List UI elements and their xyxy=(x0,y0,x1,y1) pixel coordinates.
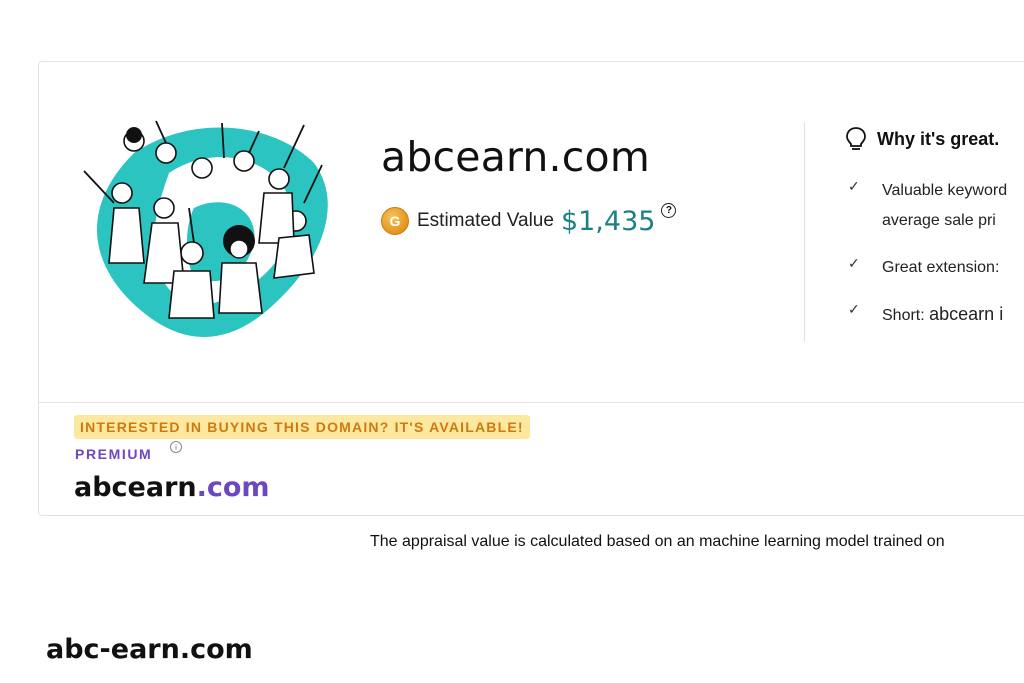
why-bullet: ✓ Valuable keyword average sale pri xyxy=(848,176,1007,236)
appraisal-note: The appraisal value is calculated based … xyxy=(370,533,945,550)
bullet-strong: abcearn i xyxy=(929,304,1004,324)
estimated-value-label: Estimated Value xyxy=(417,210,554,231)
bullet-text: Valuable keyword xyxy=(882,182,1008,199)
people-illustration xyxy=(83,120,328,338)
why-header: Why it's great. xyxy=(845,126,999,152)
premium-domain-link[interactable]: abcearn.com xyxy=(74,472,270,503)
help-icon[interactable]: ? xyxy=(661,203,677,218)
alternative-domain-link[interactable]: abc-earn.com xyxy=(46,634,253,665)
bullet-text: Great extension: xyxy=(882,259,1000,276)
estimated-value-row: G Estimated Value $1,435 ? xyxy=(381,203,677,238)
why-bullet: ✓ Short: abcearn i xyxy=(848,299,1003,331)
coin-icon: G xyxy=(381,207,409,235)
check-icon: ✓ xyxy=(848,178,860,194)
premium-label: PREMIUM xyxy=(75,446,153,462)
horizontal-divider xyxy=(39,402,1024,403)
why-bullet: ✓ Great extension: xyxy=(848,253,999,283)
check-icon: ✓ xyxy=(848,301,860,317)
premium-domain-tld: .com xyxy=(196,472,270,503)
estimated-value-amount: $1,435 xyxy=(560,205,656,237)
premium-domain-sld: abcearn xyxy=(74,472,197,503)
availability-banner: INTERESTED IN BUYING THIS DOMAIN? IT'S A… xyxy=(74,415,530,439)
vertical-divider xyxy=(804,122,805,342)
check-icon: ✓ xyxy=(848,255,860,271)
info-icon[interactable]: i xyxy=(170,441,182,453)
bullet-prefix: Short: xyxy=(882,307,930,324)
domain-title: abcearn.com xyxy=(381,133,650,181)
why-title: Why it's great. xyxy=(877,128,1000,149)
lightbulb-icon xyxy=(846,127,866,150)
bullet-text: average sale pri xyxy=(882,212,996,229)
